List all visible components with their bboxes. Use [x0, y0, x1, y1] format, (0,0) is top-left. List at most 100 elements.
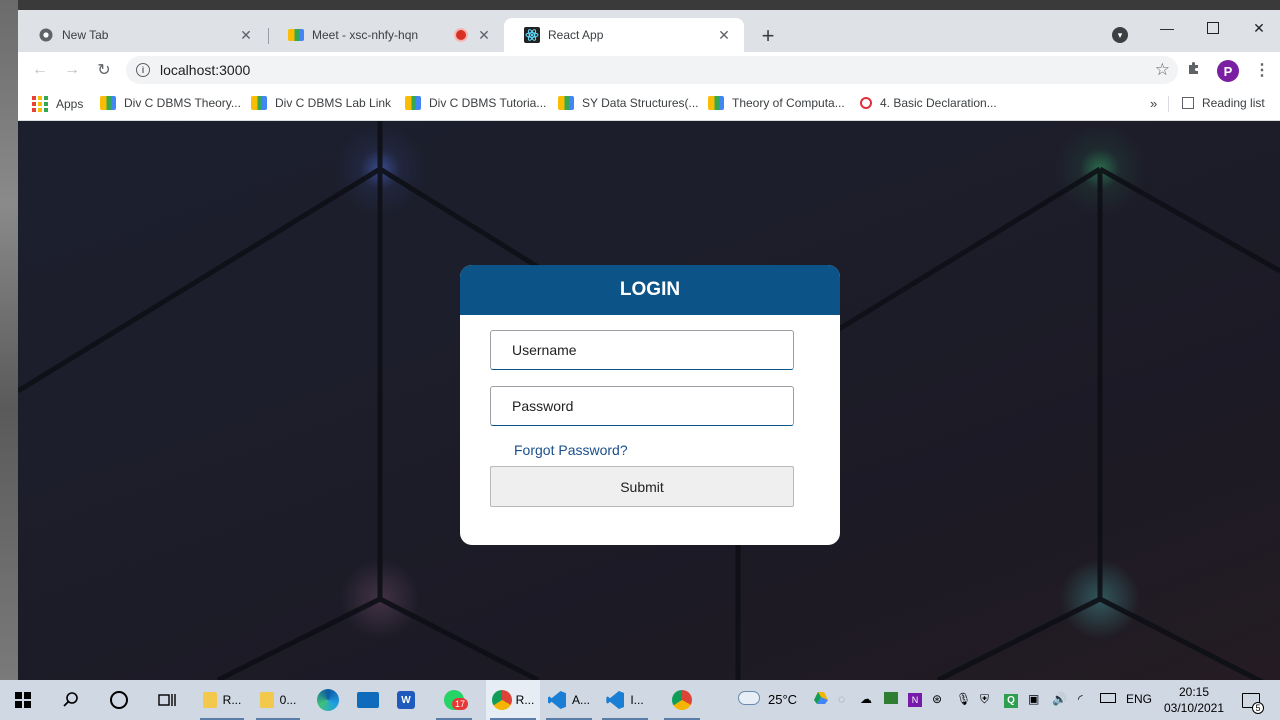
taskbar-whatsapp[interactable]: 17 — [432, 680, 476, 720]
weather-icon[interactable] — [738, 691, 760, 708]
browser-toolbar: ← → ↻ i localhost:3000 ☆ P ⋮ — [18, 52, 1280, 88]
microphone-icon[interactable]: 🎙 — [956, 692, 971, 706]
taskbar-file-explorer-2[interactable]: 0... — [252, 680, 304, 720]
taskbar-app-label: A... — [571, 693, 590, 707]
reload-button[interactable]: ↻ — [94, 60, 114, 80]
security-shield-icon[interactable]: ⛨ — [980, 692, 989, 707]
bookmark-item[interactable]: SY Data Structures(... — [558, 96, 699, 110]
tray-q-icon[interactable]: Q — [1004, 692, 1018, 708]
wifi-icon[interactable]: ◜ — [1078, 692, 1083, 706]
google-meet-icon — [251, 96, 267, 110]
forward-button[interactable]: → — [62, 60, 82, 80]
forgot-password-link[interactable]: Forgot Password? — [514, 442, 628, 458]
maximize-button[interactable] — [1190, 14, 1236, 42]
taskbar-app-label: I... — [630, 693, 644, 707]
browser-menu-icon[interactable]: ⋮ — [1254, 60, 1270, 80]
site-info-icon[interactable]: i — [136, 63, 150, 77]
page-content: LOGIN Username Password Forgot Password?… — [18, 121, 1280, 680]
chrome-icon — [491, 690, 512, 710]
tab-search-icon[interactable]: ▾ — [1112, 27, 1128, 43]
taskbar-chrome[interactable] — [660, 680, 704, 720]
bookmark-divider — [1168, 96, 1169, 112]
taskbar-app-label: R... — [222, 693, 242, 707]
bookmark-star-icon[interactable]: ☆ — [1155, 60, 1170, 80]
bookmark-label: Div C DBMS Lab Link — [275, 96, 392, 110]
tab-new-tab[interactable]: New Tab ✕ — [18, 18, 266, 52]
task-view-icon[interactable] — [144, 680, 190, 720]
react-icon — [524, 27, 540, 43]
start-button[interactable] — [0, 680, 46, 720]
chrome-icon — [672, 690, 692, 710]
bookmark-label: Apps — [56, 97, 84, 111]
taskbar-word[interactable]: W — [384, 680, 428, 720]
reading-list-button[interactable]: Reading list — [1182, 96, 1265, 110]
browser-window: New Tab ✕ Meet - xsc-nhfy-hqn ✕ React Ap… — [18, 10, 1280, 680]
profile-avatar[interactable]: P — [1217, 60, 1239, 82]
weather-temperature[interactable]: 25°C — [768, 692, 797, 707]
taskbar-edge[interactable] — [306, 680, 350, 720]
battery-icon[interactable] — [1100, 692, 1116, 706]
search-icon[interactable] — [48, 680, 94, 720]
address-bar[interactable]: i localhost:3000 ☆ — [126, 56, 1178, 84]
minimize-button[interactable]: — — [1144, 14, 1190, 42]
submit-button[interactable]: Submit — [490, 466, 794, 507]
bookmark-item[interactable]: Theory of Computa... — [708, 96, 845, 110]
more-bookmarks-icon[interactable]: » — [1150, 96, 1157, 111]
edge-icon — [317, 689, 339, 711]
extensions-icon[interactable] — [1186, 60, 1202, 81]
tab-title: Meet - xsc-nhfy-hqn — [312, 28, 419, 42]
google-meet-icon — [100, 96, 116, 110]
cortana-icon[interactable] — [96, 680, 142, 720]
tab-react-app[interactable]: React App ✕ — [504, 18, 744, 52]
close-window-button[interactable]: ✕ — [1236, 14, 1280, 42]
onenote-icon[interactable]: N — [908, 692, 922, 707]
bookmark-item[interactable]: Div C DBMS Lab Link — [251, 96, 391, 110]
volume-icon[interactable]: 🔊 — [1052, 692, 1067, 706]
close-tab-icon[interactable]: ✕ — [716, 27, 732, 43]
bookmark-item[interactable]: 4. Basic Declaration... — [860, 96, 997, 110]
username-input[interactable]: Username — [490, 330, 794, 370]
bookmark-label: 4. Basic Declaration... — [880, 96, 997, 110]
login-title: LOGIN — [460, 265, 840, 315]
nvidia-icon[interactable] — [884, 692, 898, 707]
taskbar-vscode-1[interactable]: A... — [542, 680, 596, 720]
taskbar-vscode-2[interactable]: I... — [598, 680, 652, 720]
bookmark-label: Div C DBMS Tutoria... — [429, 96, 547, 110]
bookmark-item[interactable]: Div C DBMS Theory... — [100, 96, 241, 110]
password-input[interactable]: Password — [490, 386, 794, 426]
taskbar-chrome-active[interactable]: R... — [486, 680, 540, 720]
clipboard-icon[interactable]: ▣ — [1028, 692, 1039, 706]
google-drive-icon[interactable] — [814, 692, 828, 707]
bookmark-label: Theory of Computa... — [732, 96, 845, 110]
tray-utility-icon[interactable]: ⊛ — [932, 692, 942, 706]
notification-badge: 17 — [452, 698, 469, 710]
apps-grid-icon — [32, 96, 48, 112]
file-explorer-icon — [202, 692, 217, 708]
tab-meet[interactable]: Meet - xsc-nhfy-hqn ✕ — [268, 18, 504, 52]
clock[interactable]: 20:15 03/10/2021 — [1156, 680, 1232, 720]
close-tab-icon[interactable]: ✕ — [238, 27, 254, 43]
notification-count: 5 — [1252, 702, 1264, 714]
login-card: LOGIN Username Password Forgot Password?… — [460, 265, 840, 545]
bookmark-apps[interactable]: Apps — [32, 96, 83, 112]
taskbar-app-label: 0... — [279, 693, 297, 707]
taskbar-file-explorer-1[interactable]: R... — [196, 680, 248, 720]
tab-strip: New Tab ✕ Meet - xsc-nhfy-hqn ✕ React Ap… — [18, 10, 1280, 52]
onedrive-icon[interactable]: ☁ — [860, 692, 872, 706]
bookmark-item[interactable]: Div C DBMS Tutoria... — [405, 96, 546, 110]
bookmark-label: SY Data Structures(... — [582, 96, 699, 110]
reading-list-label: Reading list — [1202, 96, 1265, 110]
new-tab-button[interactable]: + — [756, 23, 780, 48]
bookmark-label: Div C DBMS Theory... — [124, 96, 241, 110]
word-icon: W — [397, 691, 415, 709]
language-indicator[interactable]: ENG — [1126, 692, 1152, 706]
bookmarks-bar: Apps Div C DBMS Theory... Div C DBMS Lab… — [18, 88, 1280, 121]
close-tab-icon[interactable]: ✕ — [476, 27, 492, 43]
tray-app-icon[interactable]: ◌ — [838, 692, 845, 706]
file-explorer-icon — [259, 692, 274, 708]
google-meet-icon — [558, 96, 574, 110]
back-button[interactable]: ← — [30, 60, 50, 80]
address-url[interactable]: localhost:3000 — [160, 62, 250, 78]
notifications-button[interactable]: 5 — [1236, 680, 1266, 720]
clock-date: 03/10/2021 — [1163, 701, 1225, 715]
